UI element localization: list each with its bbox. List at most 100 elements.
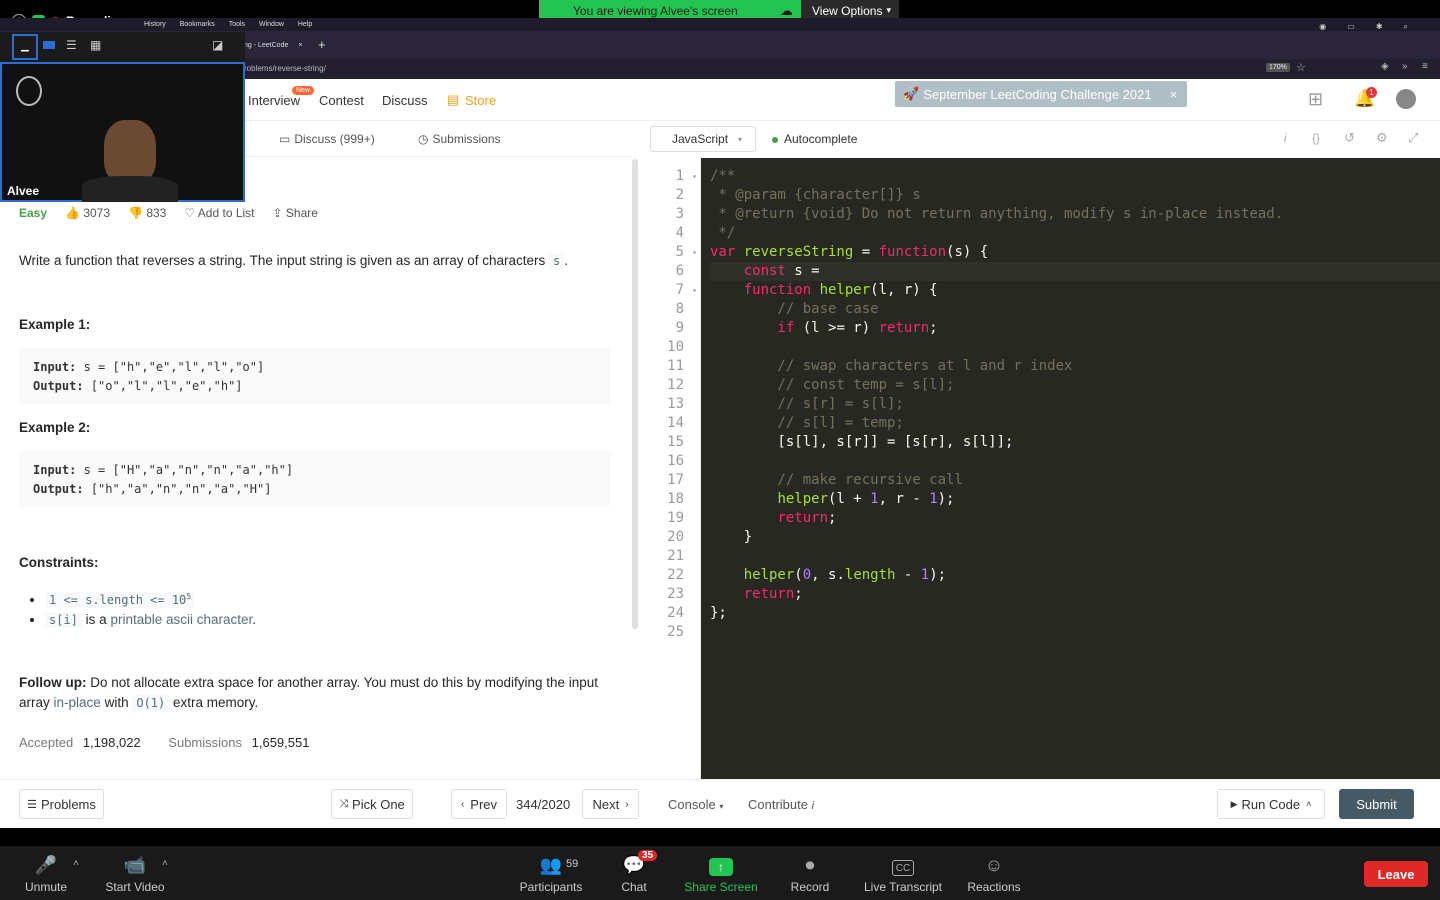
followup-code: O(1) (132, 695, 170, 711)
participant-face (104, 120, 156, 184)
menu-icon[interactable]: ≡ (1422, 61, 1428, 72)
code-line: // s[r] = s[l]; (710, 396, 904, 412)
next-button[interactable]: Next › (582, 789, 639, 819)
pick-one-button[interactable]: ⤨ Pick One (331, 789, 413, 819)
line-number: 14 (667, 415, 684, 431)
example1-title: Example 1: (19, 317, 91, 332)
speaker-view-icon[interactable] (43, 41, 55, 49)
example2-input: s = ["H","a","n","n","a","h"] (83, 463, 294, 477)
submit-button[interactable]: Submit (1339, 789, 1414, 819)
minimize-view-icon[interactable]: ▁ (12, 34, 38, 60)
close-icon[interactable]: × (1170, 87, 1178, 102)
code-editor[interactable]: /** * @param {character[]} s * @return {… (701, 158, 1440, 779)
tab-submissions[interactable]: ◷ Submissions (418, 132, 501, 146)
close-tab-icon[interactable]: × (298, 42, 302, 49)
new-tab-icon[interactable]: + (318, 37, 326, 52)
fold-arrow-icon[interactable]: ▾ (692, 248, 697, 257)
record-button[interactable]: ⏺ Record (786, 846, 834, 900)
share-screen-icon: ↑ (709, 858, 733, 876)
nav-contest[interactable]: Contest (319, 93, 364, 108)
view-options-label: View Options (812, 3, 883, 18)
viewing-banner-text: You are viewing Alvee's screen (573, 3, 738, 18)
share-button[interactable]: ⇪ Share (273, 206, 318, 220)
menu-tools[interactable]: Tools (229, 18, 245, 31)
url-field[interactable]: roblems/reverse-string/ (244, 64, 326, 73)
reactions-button[interactable]: ☺ Reactions (963, 846, 1025, 900)
language-select[interactable]: JavaScript ▾ (650, 126, 756, 152)
zoom-level[interactable]: 170% (1266, 63, 1290, 72)
braces-icon[interactable]: {} (1312, 131, 1320, 145)
leave-label: Leave (1377, 866, 1415, 882)
share-screen-button[interactable]: ↑ Share Screen (681, 846, 761, 900)
avatar-icon[interactable] (1396, 89, 1416, 109)
like-button[interactable]: 👍 3073 (65, 206, 110, 220)
code-line: const s = (710, 262, 1440, 281)
promo-banner[interactable]: 🚀 September LeetCoding Challenge 2021 × (895, 81, 1187, 107)
fold-arrow-icon[interactable]: ▾ (692, 286, 697, 295)
chevron-down-icon: ▾ (886, 5, 892, 15)
autocomplete-toggle[interactable]: Autocomplete (784, 132, 857, 146)
line-number: 20 (667, 529, 684, 545)
nav-store[interactable]: Store (465, 93, 496, 108)
line-number: 15 (667, 434, 684, 450)
contribute-button[interactable]: Contribute i (748, 797, 814, 812)
code-line: // swap characters at l and r index (710, 358, 1073, 374)
share-screen-label: Share Screen (684, 880, 758, 894)
description-end: . (564, 253, 569, 268)
constraint-item: 1 <= s.length <= 105 (45, 587, 256, 610)
problems-button[interactable]: ☰ Problems (19, 789, 104, 819)
accepted-label: Accepted (19, 735, 74, 750)
run-code-button[interactable]: ▶ Run Code ˄ (1217, 789, 1325, 819)
prev-button[interactable]: ‹ Prev (451, 789, 507, 819)
playground-icon[interactable]: ⊞ (1308, 89, 1323, 110)
menu-window[interactable]: Window (259, 18, 284, 31)
dislike-button[interactable]: 👎 833 (128, 206, 166, 220)
participants-button[interactable]: 👥 Participants (515, 846, 587, 900)
exit-minimize-icon[interactable]: ◪ (212, 38, 223, 52)
menu-bookmarks[interactable]: Bookmarks (180, 18, 215, 31)
reset-icon[interactable]: ↺ (1344, 130, 1355, 146)
unmute-button[interactable]: 🎤 Unmute (18, 846, 74, 900)
followup-end: extra memory. (173, 695, 259, 710)
console-button[interactable]: Console ▾ (668, 797, 723, 812)
tab-discuss[interactable]: ▭ Discuss (999+) (279, 132, 375, 146)
in-place-link[interactable]: in-place (54, 695, 101, 710)
nav-discuss[interactable]: Discuss (382, 93, 428, 108)
extensions-icon[interactable]: » (1402, 61, 1408, 72)
fold-arrow-icon[interactable]: ▾ (692, 172, 697, 181)
add-to-list-button[interactable]: ♡ Add to List (184, 206, 254, 220)
difficulty-badge: Easy (19, 206, 48, 220)
browser-tab[interactable]: ng - LeetCode × (244, 36, 314, 56)
followup-with: with (104, 695, 129, 710)
dislike-count: 833 (146, 206, 167, 220)
menu-help[interactable]: Help (298, 18, 312, 31)
nav-interview[interactable]: Interview (248, 93, 300, 108)
participant-video[interactable]: Alvee (0, 62, 245, 202)
strip-view-icon[interactable]: ☰ (66, 38, 77, 52)
code-line: }; (710, 605, 727, 621)
list-icon: ☰ (27, 798, 37, 811)
editor-toolbar: JavaScript ▾ Autocomplete i {} ↺ ⚙ ⤢ (650, 121, 1440, 158)
settings-icon[interactable]: ⚙ (1376, 130, 1388, 146)
shield-icon[interactable]: ◈ (1381, 61, 1389, 72)
gallery-view-icon[interactable]: ▦ (90, 38, 101, 52)
bookmark-star-icon[interactable]: ☆ (1296, 61, 1306, 74)
line-number: 13 (667, 396, 684, 412)
logo-icon (16, 76, 42, 106)
cloud-icon: ☁ (780, 3, 793, 18)
chevron-up-icon[interactable]: ˄ (73, 858, 79, 869)
info-icon[interactable]: i (1284, 131, 1287, 145)
live-transcript-button[interactable]: CC Live Transcript (858, 846, 948, 900)
chevron-up-icon[interactable]: ˄ (162, 858, 168, 869)
page-indicator: 344/2020 (516, 797, 571, 812)
start-video-button[interactable]: 📹 Start Video (100, 846, 170, 900)
code-line: // s[l] = temp; (710, 415, 904, 431)
menu-history[interactable]: History (144, 18, 166, 31)
pane-splitter[interactable] (632, 159, 638, 629)
start-video-label: Start Video (105, 880, 165, 894)
constraints-list: 1 <= s.length <= 105 s[i] is a printable… (45, 587, 256, 630)
line-number: 12 (667, 377, 684, 393)
fullscreen-icon[interactable]: ⤢ (1408, 130, 1418, 146)
leave-button[interactable]: Leave (1364, 861, 1428, 887)
printable-ascii-link[interactable]: printable ascii character (110, 612, 252, 627)
